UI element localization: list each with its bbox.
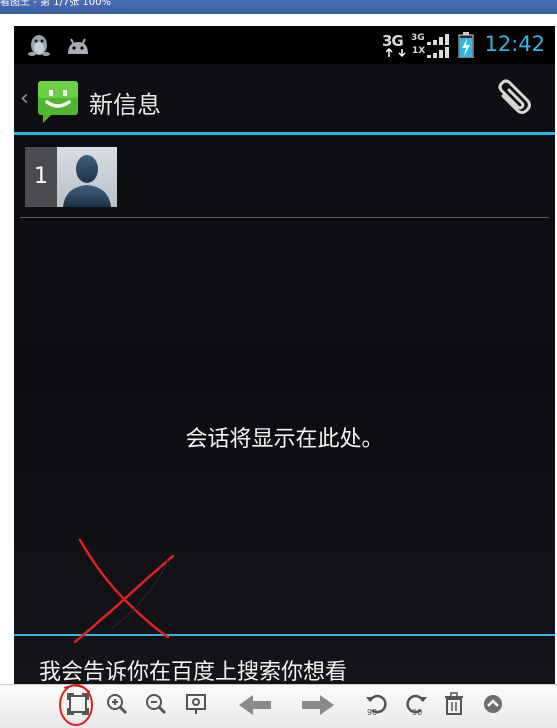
status-bar: 3G 3G 1X 12:42 — [14, 26, 555, 64]
recipient-field[interactable]: 1 — [20, 147, 549, 218]
viewer-title-bar: 看图王 - 第 1/7张 100% — [0, 0, 557, 14]
page-title: 新信息 — [89, 91, 161, 119]
compose-divider — [14, 634, 555, 636]
delete-icon[interactable] — [441, 691, 467, 717]
avatar — [57, 147, 117, 207]
viewer-title-text: 看图王 - 第 1/7张 100% — [0, 0, 112, 8]
status-clock: 12:42 — [484, 32, 545, 56]
recipient-chip[interactable]: 1 — [25, 147, 117, 207]
actual-size-icon[interactable] — [183, 691, 209, 717]
attach-icon[interactable] — [491, 78, 535, 122]
action-bar-divider — [14, 132, 555, 135]
network-1x-label: 1X — [412, 46, 426, 56]
android-icon — [68, 38, 88, 54]
back-chevron-icon[interactable]: ‹ — [20, 86, 29, 111]
zoom-in-icon[interactable] — [104, 691, 130, 717]
zoom-out-icon[interactable] — [143, 691, 169, 717]
battery-charging-icon — [458, 32, 474, 58]
signal-icon — [427, 34, 449, 58]
data-arrows-icon — [386, 48, 406, 58]
recipient-count: 1 — [25, 147, 57, 207]
collapse-icon[interactable] — [480, 691, 506, 717]
network-3g-small-label: 3G — [411, 33, 425, 43]
fit-screen-icon[interactable] — [65, 691, 91, 717]
contact-silhouette-icon — [63, 155, 111, 207]
phone-screen: 3G 3G 1X 12:42 ‹ 新信息 1 会话将显示在此处。 我会告诉你在百… — [14, 26, 555, 684]
viewer-toolbar: 90 90 — [0, 684, 557, 728]
rotate-left-label: 90 — [367, 708, 378, 717]
next-icon[interactable] — [300, 693, 336, 717]
rotate-right-label: 90 — [412, 708, 423, 717]
empty-conversation-message: 会话将显示在此处。 — [185, 427, 384, 452]
qq-icon — [28, 35, 50, 56]
compose-text-field[interactable]: 我会告诉你在百度上搜索你想看 — [39, 654, 347, 684]
messaging-app-icon[interactable] — [35, 79, 81, 125]
previous-icon[interactable] — [237, 693, 273, 717]
viewer-frame-left — [0, 14, 14, 684]
